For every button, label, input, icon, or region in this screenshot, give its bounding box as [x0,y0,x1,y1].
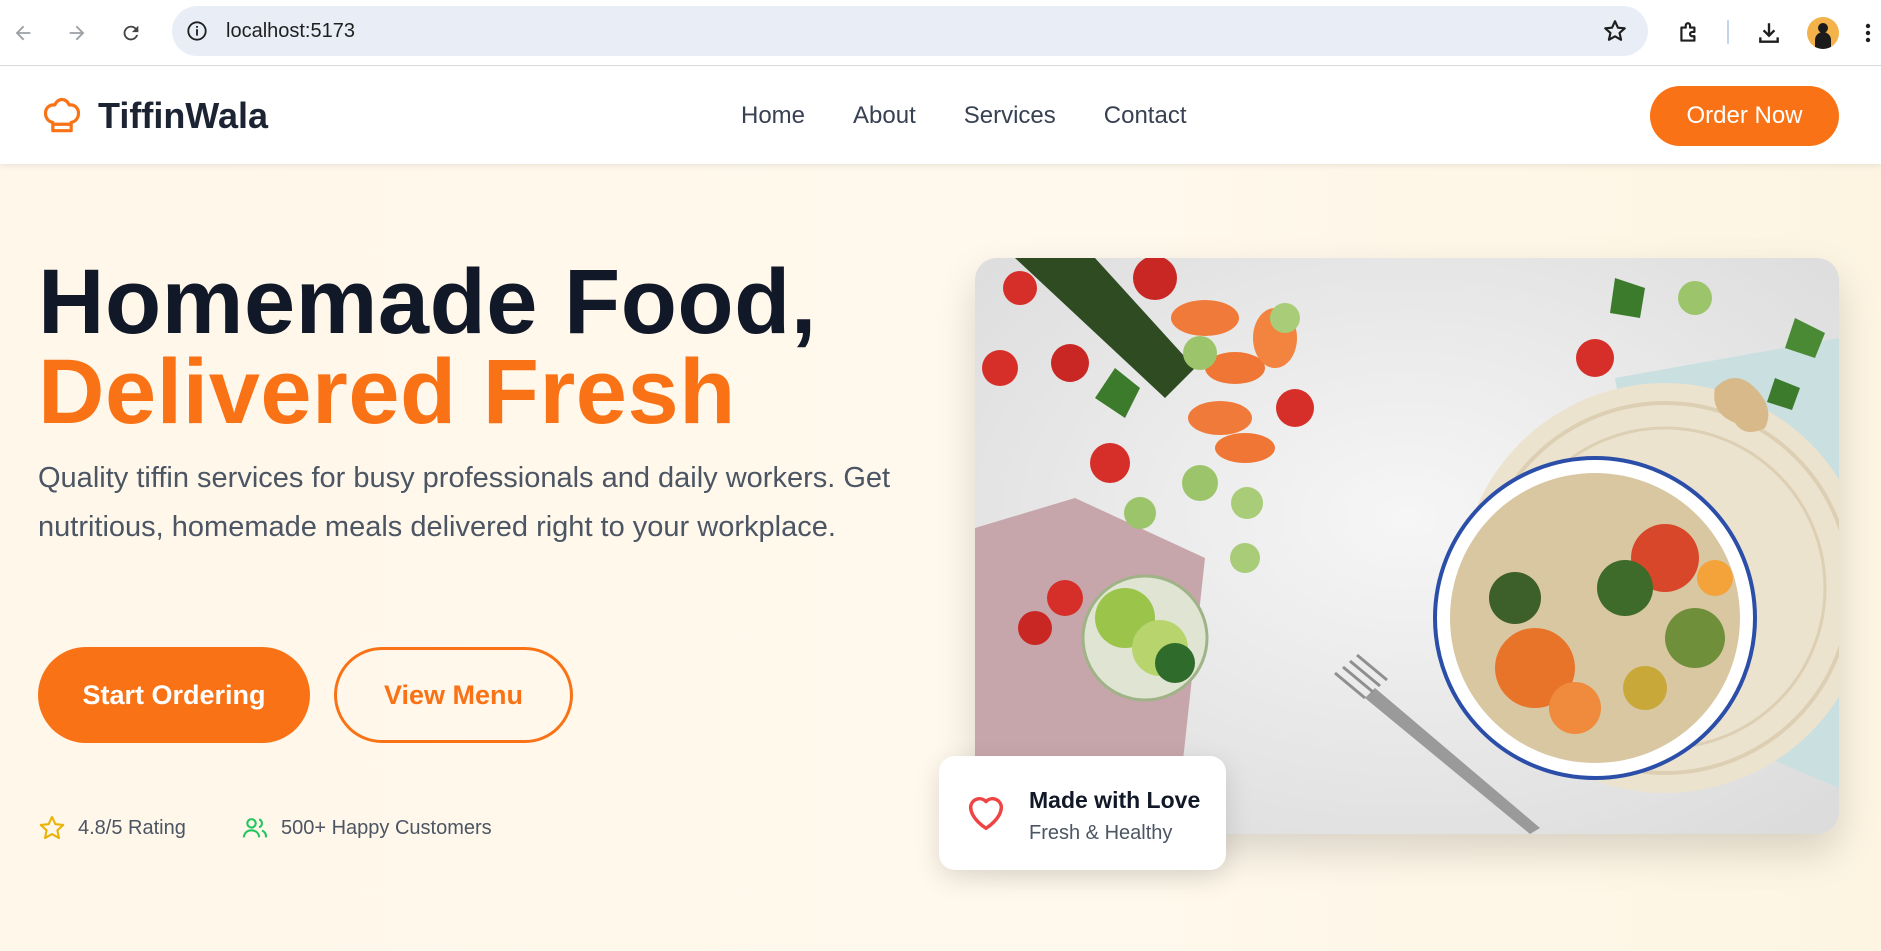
customers-stat: 500+ Happy Customers [241,814,492,842]
rating-text: 4.8/5 Rating [78,816,186,839]
puzzle-icon [1680,22,1696,42]
browser-menu-button[interactable] [1858,16,1878,50]
bookmark-star-icon[interactable] [1602,18,1628,44]
users-icon [242,818,268,838]
reload-icon [123,25,139,41]
hero-food-image [975,258,1839,834]
nav-contact[interactable]: Contact [1104,102,1187,130]
brand-logo[interactable]: TiffinWala [40,94,268,138]
hero-title-line2: Delivered Fresh [38,341,736,443]
chef-hat-icon [43,97,81,133]
customers-text: 500+ Happy Customers [281,816,492,839]
heart-icon [968,797,1004,831]
url-text: localhost:5173 [226,20,355,42]
site-header: TiffinWala Home About Services Contact O… [0,67,1881,164]
hero-section: Homemade Food, Delivered Fresh Quality t… [0,164,1881,951]
back-button[interactable] [6,16,40,50]
food-photo-illustration [975,258,1839,834]
profile-avatar[interactable] [1807,17,1839,49]
rating-stat: 4.8/5 Rating [38,814,186,842]
address-bar[interactable]: localhost:5173 [172,6,1648,56]
site-info-icon[interactable] [184,18,210,44]
nav-home[interactable]: Home [741,102,805,130]
nav-services[interactable]: Services [964,102,1056,130]
badge-title: Made with Love [1029,787,1201,813]
view-menu-button[interactable]: View Menu [334,647,573,743]
made-with-love-card: Made with Love Fresh & Healthy [939,756,1226,870]
extensions-button[interactable] [1672,16,1706,50]
browser-toolbar: localhost:5173 [0,0,1881,66]
brand-name: TiffinWala [98,95,268,136]
more-vertical-icon [1865,23,1871,43]
main-nav: Home About Services Contact [741,102,1187,130]
star-icon [39,815,65,840]
forward-button[interactable] [60,16,94,50]
badge-subtitle: Fresh & Healthy [1029,822,1173,844]
arrow-right-icon [69,25,85,41]
order-now-button[interactable]: Order Now [1650,86,1839,146]
reload-button[interactable] [114,16,148,50]
nav-about[interactable]: About [853,102,916,130]
hero-description: Quality tiffin services for busy profess… [38,462,891,543]
toolbar-divider [1727,20,1729,44]
start-ordering-button[interactable]: Start Ordering [38,647,310,743]
download-icon [1759,23,1779,43]
arrow-left-icon [15,25,31,41]
downloads-button[interactable] [1752,16,1786,50]
